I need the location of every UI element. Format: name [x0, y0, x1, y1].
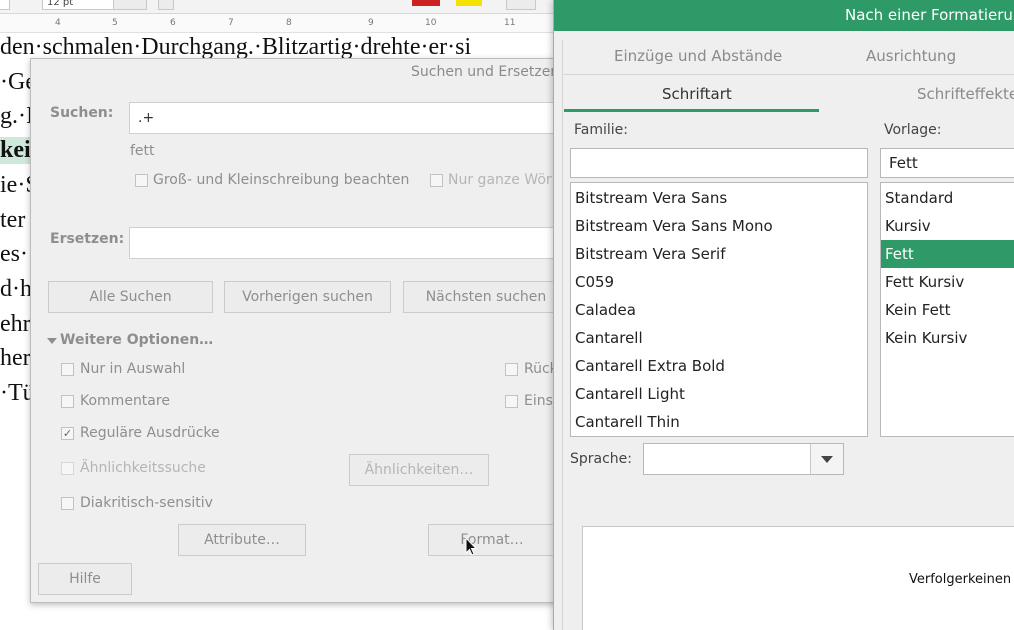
family-item[interactable]: C059 [571, 268, 867, 296]
whole-words-checkbox[interactable] [430, 174, 443, 187]
format-attributes-dialog: Nach einer Formatierung Einzüge und Abst… [553, 0, 1014, 630]
attributes-button[interactable]: Attribute… [178, 524, 306, 556]
document-line: ter [0, 207, 26, 233]
similarity-label: Ähnlichkeitssuche [80, 460, 206, 476]
search-replace-dialog: Suchen und Ersetzen Suchen: .+ fett Groß… [30, 58, 579, 603]
help-button[interactable]: Hilfe [38, 563, 132, 595]
language-combobox[interactable] [643, 443, 844, 475]
whole-words-label: Nur ganze Wör [448, 172, 552, 188]
style-listbox[interactable]: Standard Kursiv Fett Fett Kursiv Kein Fe… [880, 182, 1014, 437]
regex-checkbox[interactable]: ✓ [61, 427, 74, 440]
ruler-mark: 5 [112, 18, 118, 28]
document-line: es· [0, 241, 28, 267]
document-line: her [0, 345, 31, 371]
language-label: Sprache: [570, 451, 633, 467]
dialog-title: Suchen und Ersetzen [411, 64, 560, 80]
document-line-highlighted: kei [0, 137, 31, 164]
font-preview: Verfolgerkeinen [582, 526, 1014, 630]
family-item[interactable]: Caladea [571, 296, 867, 324]
tab-alignment[interactable]: Ausrichtung [866, 47, 956, 65]
match-case-label: Groß- und Kleinschreibung beachten [153, 172, 410, 188]
backwards-checkbox[interactable] [505, 363, 518, 376]
document-line: g.·I [0, 103, 34, 129]
language-dropdown-button[interactable] [810, 444, 843, 474]
font-name-field-edge[interactable] [0, 0, 10, 10]
preview-text: Verfolgerkeinen [909, 572, 1012, 587]
family-item[interactable]: Bitstream Vera Serif [571, 240, 867, 268]
similarities-button[interactable]: Ähnlichkeiten… [349, 454, 489, 486]
ruler-mark: 7 [228, 18, 234, 28]
family-item[interactable]: Cantarell Light [571, 380, 867, 408]
dialog-title: Nach einer Formatierung [845, 6, 1014, 24]
family-label: Familie: [574, 122, 628, 138]
ruler-mark: 11 [504, 18, 516, 28]
find-previous-button[interactable]: Vorherigen suchen [224, 281, 391, 313]
family-item[interactable]: Cantarell Extra Bold [571, 352, 867, 380]
font-color-button[interactable] [412, 0, 440, 6]
diacritics-checkbox[interactable] [61, 497, 74, 510]
styles-label: Eins [524, 393, 553, 409]
format-button[interactable]: Format… [428, 524, 556, 556]
underline-button[interactable] [228, 0, 244, 10]
family-item[interactable]: Cantarell Thin [571, 408, 867, 436]
tab-font-effects[interactable]: Schrifteffekte [917, 85, 1014, 103]
dialog-titlebar[interactable]: Nach einer Formatierung [554, 0, 1014, 31]
family-item[interactable]: Cantarell [571, 324, 867, 352]
style-item-selected[interactable]: Fett [881, 240, 1014, 268]
more-options-label: Weitere Optionen… [60, 332, 214, 348]
active-tab-indicator [564, 109, 819, 112]
expander-arrow-icon [47, 338, 57, 344]
italic-button[interactable] [193, 0, 209, 10]
chevron-down-icon [821, 456, 833, 463]
style-item[interactable]: Kursiv [881, 212, 1014, 240]
family-item[interactable]: Bitstream Vera Sans Mono [571, 212, 867, 240]
document-line: den·schmalen·Durchgang.·Blitzartig·dreht… [0, 34, 472, 60]
family-item[interactable]: Bitstream Vera Sans [571, 184, 867, 212]
font-size-dropdown[interactable] [113, 0, 147, 10]
style-label: Vorlage: [884, 122, 942, 138]
comments-checkbox[interactable] [61, 395, 74, 408]
only-selection-checkbox[interactable] [61, 363, 74, 376]
diacritics-label: Diakritisch-sensitiv [80, 495, 213, 511]
family-listbox[interactable]: Bitstream Vera Sans Bitstream Vera Sans … [570, 182, 868, 437]
tab-font[interactable]: Schriftart [662, 85, 732, 103]
tab-row-divider [564, 74, 1014, 75]
style-item[interactable]: Kein Fett [881, 296, 1014, 324]
family-input[interactable] [570, 148, 868, 178]
tab-indents-spacing[interactable]: Einzüge und Abstände [614, 47, 782, 65]
checkmark-icon: ✓ [62, 427, 73, 440]
search-attribute-text: fett [130, 143, 155, 159]
style-input[interactable]: Fett [880, 148, 1014, 178]
find-all-button[interactable]: Alle Suchen [48, 281, 213, 313]
ruler-mark: 9 [368, 18, 374, 28]
regex-label: Reguläre Ausdrücke [80, 425, 220, 441]
document-line: ehr [0, 311, 31, 337]
find-next-button[interactable]: Nächsten suchen [403, 281, 569, 313]
align-left-button[interactable] [506, 0, 536, 10]
mouse-pointer-icon [465, 537, 477, 556]
font-size-field[interactable]: 12 pt [42, 0, 114, 10]
match-case-checkbox[interactable] [135, 174, 148, 187]
only-selection-label: Nur in Auswahl [80, 361, 186, 377]
comments-label: Kommentare [80, 393, 170, 409]
ruler-mark: 8 [286, 18, 292, 28]
styles-checkbox[interactable] [505, 395, 518, 408]
ruler-mark: 4 [55, 18, 61, 28]
document-line: d·h [0, 276, 32, 302]
highlight-button[interactable] [456, 0, 482, 6]
horizontal-ruler[interactable]: 4 5 6 7 8 9 10 11 [0, 14, 560, 33]
similarity-checkbox[interactable] [61, 462, 74, 475]
ruler-mark: 10 [425, 18, 437, 28]
bold-button[interactable] [158, 0, 174, 10]
style-item[interactable]: Kein Kursiv [881, 324, 1014, 352]
dialog-inner-border [562, 40, 563, 630]
replace-label: Ersetzen: [50, 231, 125, 247]
search-input[interactable]: .+ [129, 102, 579, 134]
ruler-mark: 6 [170, 18, 176, 28]
search-label: Suchen: [50, 105, 114, 121]
superscript-button[interactable] [340, 0, 356, 10]
replace-input[interactable] [129, 227, 579, 259]
style-item[interactable]: Fett Kursiv [881, 268, 1014, 296]
style-item[interactable]: Standard [881, 184, 1014, 212]
